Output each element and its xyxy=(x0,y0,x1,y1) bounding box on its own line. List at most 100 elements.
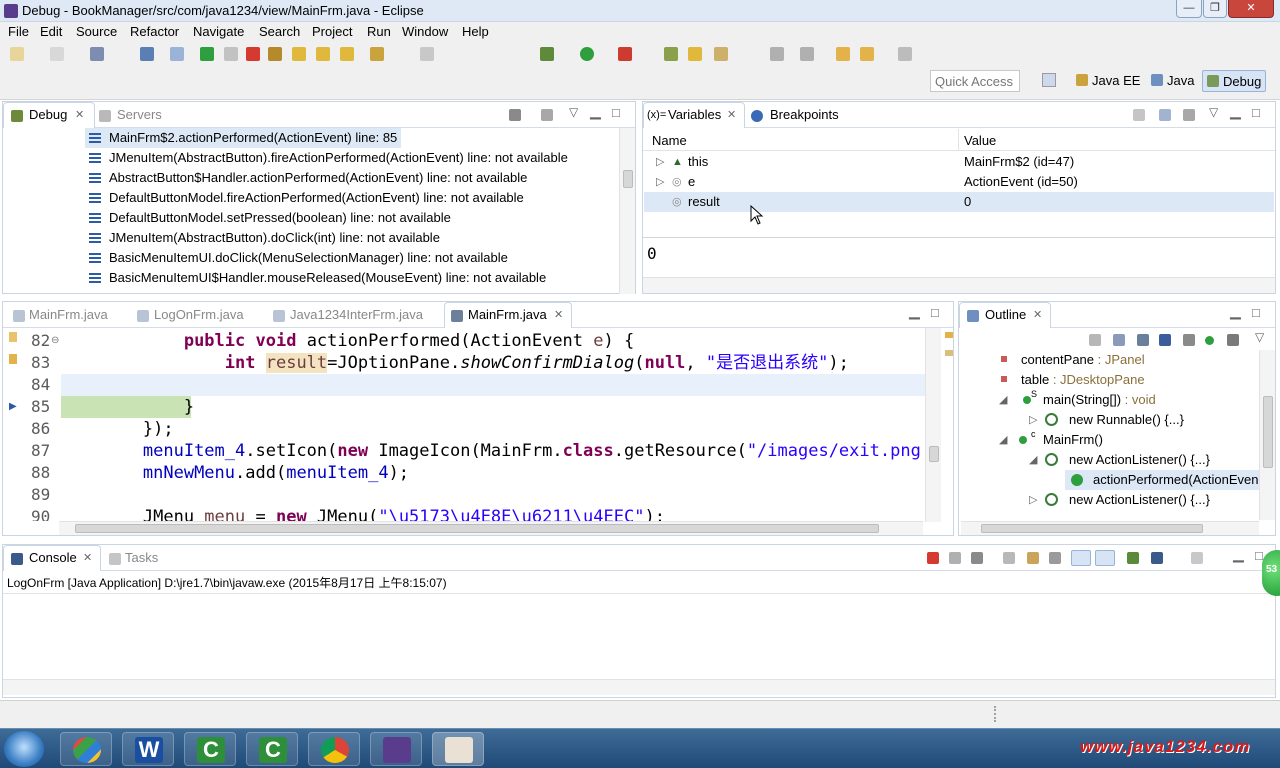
show-on-error-icon[interactable] xyxy=(1095,550,1115,566)
forward-icon[interactable] xyxy=(898,47,912,61)
tab-servers[interactable]: Servers xyxy=(117,107,162,122)
taskbar-app[interactable]: W xyxy=(122,732,174,766)
open-console-icon[interactable] xyxy=(1191,552,1203,564)
tab-breakpoints[interactable]: Breakpoints xyxy=(770,107,839,122)
stack-frame[interactable]: AbstractButton$Handler.actionPerformed(A… xyxy=(85,168,527,188)
close-button[interactable]: ✕ xyxy=(1228,0,1274,18)
stack-frame[interactable]: DefaultButtonModel.fireActionPerformed(A… xyxy=(85,188,524,208)
last-edit-icon[interactable] xyxy=(836,47,850,61)
console-hscrollbar[interactable] xyxy=(3,679,1275,695)
print-icon[interactable] xyxy=(140,47,154,61)
scroll-lock-icon[interactable] xyxy=(1027,552,1039,564)
expand-icon[interactable]: ▷ xyxy=(656,172,664,192)
tab-debug[interactable]: Debug xyxy=(29,107,67,122)
variable-row[interactable]: ▷ ◎ e ActionEvent (id=50) xyxy=(644,172,1274,192)
maximize-view-icon[interactable]: □ xyxy=(612,105,620,120)
stack-frame[interactable]: MainFrm$2.actionPerformed(ActionEvent) l… xyxy=(85,128,401,148)
view-menu-chevron-icon[interactable]: ▽ xyxy=(1209,105,1218,119)
column-name[interactable]: Name xyxy=(652,133,687,148)
stack-frame[interactable]: BasicMenuItemUI.doClick(MenuSelectionMan… xyxy=(85,248,508,268)
maximize-view-icon[interactable]: □ xyxy=(931,305,939,320)
drop-to-frame-icon[interactable] xyxy=(370,47,384,61)
collapse-icon[interactable]: ◢ xyxy=(1029,450,1037,470)
badge-icon[interactable]: 53 xyxy=(1262,550,1280,596)
hide-static-icon[interactable] xyxy=(1137,334,1149,346)
outline-item-selected[interactable]: actionPerformed(ActionEven xyxy=(1065,470,1261,490)
scroll-thumb[interactable] xyxy=(75,524,879,533)
menu-run[interactable]: Run xyxy=(367,24,391,39)
taskbar-app[interactable] xyxy=(370,732,422,766)
column-value[interactable]: Value xyxy=(964,133,996,148)
menu-window[interactable]: Window xyxy=(402,24,448,39)
close-tab-icon[interactable]: ✕ xyxy=(727,108,736,121)
outline-item[interactable]: ▷ new ActionListener() {...} xyxy=(1029,490,1210,510)
tab-tasks[interactable]: Tasks xyxy=(125,550,158,565)
perspective-debug[interactable]: Debug xyxy=(1202,70,1267,92)
minimize-view-icon[interactable]: ▁ xyxy=(909,303,920,320)
show-logical-icon[interactable] xyxy=(1159,109,1171,121)
minimize-view-icon[interactable]: ▁ xyxy=(1230,103,1241,120)
menu-source[interactable]: Source xyxy=(76,24,117,39)
start-button[interactable] xyxy=(4,731,44,767)
collapse-icon[interactable]: ◢ xyxy=(999,390,1007,410)
collapse-icon[interactable]: ◢ xyxy=(999,430,1007,450)
open-icon[interactable] xyxy=(50,47,64,61)
terminate-icon[interactable] xyxy=(246,47,260,61)
clear-console-icon[interactable] xyxy=(1003,552,1015,564)
remove-launch-icon[interactable] xyxy=(949,552,961,564)
view-menu-chevron-icon[interactable]: ▽ xyxy=(569,105,578,119)
taskbar-app[interactable] xyxy=(60,732,112,766)
taskbar-app[interactable] xyxy=(308,732,360,766)
use-step-filters-icon[interactable] xyxy=(420,47,434,61)
maximize-view-icon[interactable]: □ xyxy=(1252,305,1260,320)
view-menu-icon[interactable] xyxy=(541,109,553,121)
perspective-java[interactable]: Java xyxy=(1147,70,1198,92)
word-wrap-icon[interactable] xyxy=(1049,552,1061,564)
editor-tab-active[interactable]: MainFrm.java xyxy=(468,307,547,322)
close-tab-icon[interactable]: ✕ xyxy=(1033,308,1042,321)
view-menu-chevron-icon[interactable]: ▽ xyxy=(1255,330,1264,344)
maximize-view-icon[interactable]: □ xyxy=(1252,105,1260,120)
outline-hscrollbar[interactable] xyxy=(961,521,1259,535)
stack-frame[interactable]: JMenuItem(AbstractButton).fireActionPerf… xyxy=(85,148,568,168)
minimize-view-icon[interactable]: ▁ xyxy=(1230,303,1241,320)
save-icon[interactable] xyxy=(90,47,104,61)
close-tab-icon[interactable]: ✕ xyxy=(83,551,92,564)
sort-icon[interactable] xyxy=(1113,334,1125,346)
scroll-thumb[interactable] xyxy=(623,170,633,188)
variable-row[interactable]: ◎ result 0 xyxy=(644,192,1274,212)
editor-tab[interactable]: MainFrm.java xyxy=(29,307,108,322)
menu-file[interactable]: File xyxy=(8,24,29,39)
new-java-project-icon[interactable] xyxy=(664,47,678,61)
stack-frame[interactable]: BasicMenuItemUI$Handler.mouseReleased(Mo… xyxy=(85,268,546,288)
quick-access-input[interactable]: Quick Access xyxy=(930,70,1020,92)
menu-refactor[interactable]: Refactor xyxy=(130,24,179,39)
menu-help[interactable]: Help xyxy=(462,24,489,39)
hide-nonpublic-icon[interactable] xyxy=(1159,334,1171,346)
expand-icon[interactable]: ▷ xyxy=(656,152,664,172)
close-tab-icon[interactable]: ✕ xyxy=(554,308,563,321)
run-icon[interactable] xyxy=(580,47,594,61)
editor-hscrollbar[interactable] xyxy=(59,521,923,535)
minimize-view-icon[interactable]: ▁ xyxy=(1233,546,1244,563)
public-icon[interactable] xyxy=(1205,336,1214,345)
menu-edit[interactable]: Edit xyxy=(40,24,62,39)
detail-pane[interactable]: 0 xyxy=(647,244,657,263)
hide-local-types-icon[interactable] xyxy=(1183,334,1195,346)
scroll-thumb[interactable] xyxy=(981,524,1203,533)
taskbar-app[interactable]: C xyxy=(246,732,298,766)
outline-item[interactable]: ▷ new Runnable() {...} xyxy=(1029,410,1184,430)
search-icon[interactable] xyxy=(714,47,728,61)
outline-item[interactable]: ◢ Smain(String[]) : void xyxy=(999,389,1156,410)
pin-console-icon[interactable] xyxy=(1127,552,1139,564)
debug-scrollbar[interactable] xyxy=(619,128,635,294)
minimize-button[interactable]: — xyxy=(1176,0,1202,18)
collapse-all-icon[interactable] xyxy=(1183,109,1195,121)
stack-frame[interactable]: JMenuItem(AbstractButton).doClick(int) l… xyxy=(85,228,440,248)
close-tab-icon[interactable]: ✕ xyxy=(75,108,84,121)
expand-icon[interactable]: ▷ xyxy=(1029,490,1037,510)
menu-search[interactable]: Search xyxy=(259,24,300,39)
suspend-icon[interactable] xyxy=(224,47,238,61)
skip-breakpoints-icon[interactable] xyxy=(170,47,184,61)
menu-navigate[interactable]: Navigate xyxy=(193,24,244,39)
